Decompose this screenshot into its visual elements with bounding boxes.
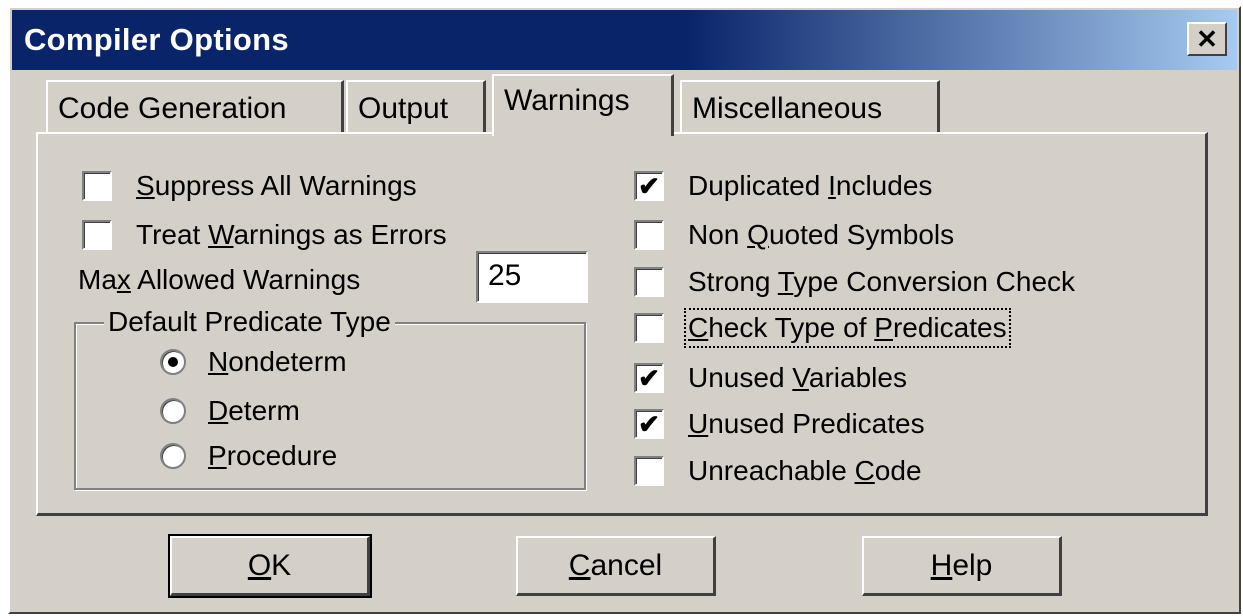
- checkbox-box[interactable]: [634, 267, 664, 297]
- max-allowed-warnings-label: Max Allowed Warnings: [78, 264, 361, 295]
- radio-button[interactable]: [160, 398, 186, 424]
- check-type-of-predicates-checkbox[interactable]: Check Type of Predicates: [634, 308, 1011, 348]
- check-mark-icon: ✔: [638, 409, 660, 439]
- tab-label: Output: [358, 92, 449, 125]
- tab-code-generation[interactable]: Code Generation: [46, 80, 344, 132]
- close-button[interactable]: ✕: [1187, 22, 1227, 56]
- tab-warnings[interactable]: Warnings: [492, 74, 674, 136]
- tab-label: Warnings: [504, 84, 630, 117]
- radio-determ[interactable]: Determ: [160, 395, 300, 427]
- radio-selected-dot: [168, 357, 178, 367]
- unused-variables-checkbox[interactable]: ✔ Unused Variables: [634, 362, 907, 394]
- radio-button[interactable]: [160, 443, 186, 469]
- unreachable-code-checkbox[interactable]: Unreachable Code: [634, 455, 922, 487]
- close-icon: ✕: [1196, 23, 1218, 54]
- title-bar[interactable]: Compiler Options ✕: [12, 10, 1237, 70]
- checkbox-box[interactable]: [634, 220, 664, 250]
- checkbox-box[interactable]: [634, 456, 664, 486]
- checkbox-label: Treat Warnings as Errors: [136, 219, 447, 250]
- checkbox-label: Unused Predicates: [688, 408, 925, 439]
- checkbox-label: Unreachable Code: [688, 455, 922, 486]
- non-quoted-symbols-checkbox[interactable]: Non Quoted Symbols: [634, 219, 954, 251]
- tab-label: Code Generation: [58, 92, 287, 125]
- tab-miscellaneous[interactable]: Miscellaneous: [680, 80, 940, 132]
- button-label: OK: [247, 548, 292, 582]
- checkbox-label: Strong Type Conversion Check: [688, 266, 1076, 297]
- check-mark-icon: ✔: [638, 363, 660, 393]
- cancel-button[interactable]: Cancel: [516, 536, 716, 596]
- tab-output[interactable]: Output: [346, 80, 486, 132]
- radio-procedure[interactable]: Procedure: [160, 440, 337, 472]
- radio-label: Nondeterm: [208, 346, 347, 377]
- tab-label: Miscellaneous: [692, 92, 883, 125]
- checkbox-box[interactable]: [82, 220, 112, 250]
- duplicated-includes-checkbox[interactable]: ✔ Duplicated Includes: [634, 170, 932, 202]
- checkbox-label: Duplicated Includes: [688, 170, 933, 201]
- check-mark-icon: ✔: [638, 171, 660, 201]
- window-title: Compiler Options: [24, 22, 289, 57]
- checkbox-label: Unused Variables: [688, 362, 907, 393]
- strong-type-conversion-check-checkbox[interactable]: Strong Type Conversion Check: [634, 266, 1075, 298]
- checkbox-box[interactable]: ✔: [634, 171, 664, 201]
- help-button[interactable]: Help: [862, 536, 1062, 596]
- checkbox-box[interactable]: ✔: [634, 363, 664, 393]
- suppress-all-warnings-checkbox[interactable]: Suppress All Warnings: [82, 170, 417, 202]
- ok-button[interactable]: OK: [168, 534, 372, 598]
- checkbox-box[interactable]: [634, 313, 664, 343]
- radio-label: Determ: [208, 395, 300, 426]
- checkbox-label: Check Type of Predicates: [684, 308, 1011, 348]
- max-allowed-warnings-input[interactable]: 25: [476, 251, 588, 303]
- treat-warnings-as-errors-checkbox[interactable]: Treat Warnings as Errors: [82, 219, 447, 251]
- radio-nondeterm[interactable]: Nondeterm: [160, 346, 347, 378]
- checkbox-box[interactable]: [82, 171, 112, 201]
- checkbox-box[interactable]: ✔: [634, 409, 664, 439]
- checkbox-label: Suppress All Warnings: [136, 170, 417, 201]
- checkbox-label: Non Quoted Symbols: [688, 219, 955, 250]
- radio-label: Procedure: [208, 440, 338, 471]
- button-label: Cancel: [568, 548, 663, 582]
- button-label: Help: [930, 548, 993, 582]
- unused-predicates-checkbox[interactable]: ✔ Unused Predicates: [634, 408, 925, 440]
- radio-button[interactable]: [160, 349, 186, 375]
- group-legend: Default Predicate Type: [104, 306, 395, 338]
